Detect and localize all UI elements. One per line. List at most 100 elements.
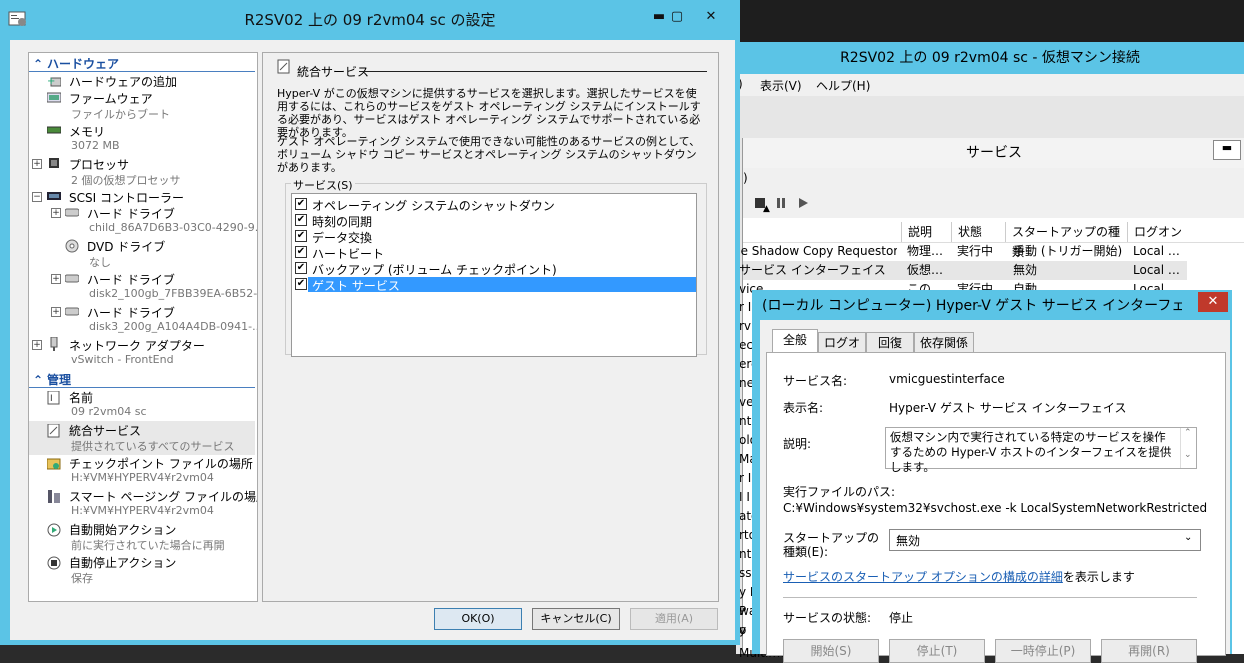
tab-logon[interactable]: ログオン <box>818 332 866 370</box>
tree-sub: H:¥VM¥HYPERV4¥r2vm04 <box>71 504 214 517</box>
services-toolbar: ▲ <box>743 190 1244 218</box>
tree-sub: 3072 MB <box>71 139 120 152</box>
tree-item-dvd-drive[interactable]: DVD ドライブ <box>87 238 165 255</box>
path-label: 実行ファイルのパス: <box>783 485 896 499</box>
service-state: 実行中 <box>957 244 994 258</box>
expand-icon[interactable]: + <box>51 307 61 317</box>
service-checkbox-row[interactable]: ✔ ハートビート <box>292 244 696 261</box>
tab-recovery[interactable]: 回復 <box>866 332 914 354</box>
minimize-button[interactable]: ▬ <box>1213 140 1241 160</box>
tree-item-name[interactable]: 名前 <box>69 389 93 406</box>
service-name-fragment: I I <box>739 490 750 504</box>
checkbox[interactable]: ✔ <box>295 262 307 274</box>
resume-icon[interactable] <box>799 198 808 208</box>
expand-icon[interactable]: + <box>51 274 61 284</box>
service-checkbox-row[interactable]: ✔ ゲスト サービス <box>292 276 696 293</box>
description-scrollbar[interactable]: ⌃ ⌄ <box>1180 428 1196 468</box>
stop-button[interactable]: 停止(T) <box>889 639 985 663</box>
tree-item-add-hardware[interactable]: ハードウェアの追加 <box>69 73 177 90</box>
scroll-up-icon[interactable]: ⌃ <box>1184 428 1192 438</box>
service-checkbox-row[interactable]: ✔ バックアップ (ボリューム チェックポイント) <box>292 260 696 277</box>
checkbox[interactable]: ✔ <box>295 198 307 210</box>
collapse-icon[interactable]: − <box>32 192 42 202</box>
description-box[interactable]: 仮想マシン内で実行されている特定のサービスを操作するための Hyper-V ホス… <box>885 427 1197 474</box>
startup-options-link[interactable]: サービスのスタートアップ オプションの構成の詳細 <box>783 570 1063 584</box>
close-button[interactable]: ✕ <box>1198 292 1228 312</box>
checkbox[interactable]: ✔ <box>295 246 307 258</box>
tree-sub: disk3_200g_A104A4DB-0941-... <box>89 320 258 333</box>
pause-button[interactable]: 一時停止(P) <box>995 639 1091 663</box>
divider <box>783 597 1197 598</box>
tree-sub: disk2_100gb_7FBB39EA-6B52-... <box>89 287 258 300</box>
checkbox[interactable]: ✔ <box>295 230 307 242</box>
collapse-icon: ⌃ <box>33 57 44 71</box>
service-checkbox-row[interactable]: ✔ オペレーティング システムのシャットダウン <box>292 196 696 213</box>
checkbox[interactable]: ✔ <box>295 278 307 290</box>
category-hardware[interactable]: ⌃ ハードウェア <box>29 55 255 72</box>
resume-button[interactable]: 再開(R) <box>1101 639 1197 663</box>
services-table-header: 説明 状態 スタートアップの種類 ログオン <box>743 222 1244 259</box>
tree-item-hard-drive-1[interactable]: ハード ドライブ <box>87 205 175 222</box>
tree-sub: なし <box>89 256 111 269</box>
tree-item-auto-stop[interactable]: 自動停止アクション <box>69 554 176 571</box>
category-management[interactable]: ⌃ 管理 <box>29 371 255 388</box>
table-row[interactable]: サービス インターフェイス 仮想… 無効 Local … <box>739 261 1187 280</box>
tree-item-integration-services[interactable]: 統合サービス <box>69 422 141 439</box>
path-value: C:¥Windows¥system32¥svchost.exe -k Local… <box>783 501 1208 515</box>
start-button[interactable]: 開始(S) <box>783 639 879 663</box>
category-label: ハードウェア <box>47 57 120 71</box>
expand-icon[interactable]: + <box>51 208 61 218</box>
tree-sub: ファイルからブート <box>71 108 170 121</box>
column-header-logon[interactable]: ログオン <box>1127 222 1188 242</box>
tree-item-processor[interactable]: プロセッサ <box>69 156 129 173</box>
hard-drive-icon <box>64 272 80 284</box>
tree-item-hard-drive-2[interactable]: ハード ドライブ <box>87 271 175 288</box>
integration-services-panel: 統合サービス Hyper-V がこの仮想マシンに提供するサービスを選択します。選… <box>262 52 719 602</box>
tab-general[interactable]: 全般 <box>772 329 818 354</box>
ok-button[interactable]: OK(O) <box>434 608 522 630</box>
service-name-fragment: r I <box>739 471 752 485</box>
service-checkbox-row[interactable]: ✔ データ交換 <box>292 228 696 245</box>
tree-item-checkpoint-location[interactable]: チェックポイント ファイルの場所 <box>69 455 253 472</box>
tree-item-network-adapter[interactable]: ネットワーク アダプター <box>69 337 205 354</box>
tree-item-smart-paging[interactable]: スマート ページング ファイルの場所 <box>69 488 257 505</box>
collapse-icon: ⌃ <box>33 373 44 387</box>
tab-dependencies[interactable]: 依存関係 <box>914 332 974 354</box>
tree-item-hard-drive-3[interactable]: ハード ドライブ <box>87 304 175 321</box>
service-desc: 物理… <box>907 244 944 258</box>
column-header-description[interactable]: 説明 <box>901 222 954 242</box>
table-row[interactable]: ne Shadow Copy Requestor 物理… 実行中 手動 (トリガ… <box>733 242 1244 261</box>
menu-view[interactable]: 表示(V) <box>760 77 802 94</box>
startup-type-select[interactable]: 無効 ⌄ <box>889 529 1201 551</box>
tree-sub: 保存 <box>71 572 93 585</box>
settings-tree[interactable]: ⌃ ハードウェア + ハードウェアの追加 ファームウェア ファイルからブート メモ… <box>28 52 258 602</box>
tree-sub: 09 r2vm04 sc <box>71 405 147 418</box>
tree-item-scsi-controller[interactable]: SCSI コントローラー <box>69 189 184 206</box>
apply-button[interactable]: 適用(A) <box>630 608 718 630</box>
pause-icon[interactable] <box>777 198 780 208</box>
service-checkbox-row[interactable]: ✔ 時刻の同期 <box>292 212 696 229</box>
close-button[interactable]: ✕ <box>690 8 732 28</box>
background-desktop <box>740 0 1244 42</box>
tree-item-firmware[interactable]: ファームウェア <box>69 90 153 107</box>
settings-dialog: R2SV02 上の 09 r2vm04 sc の設定 ▬ ▢ ✕ ⌃ ハードウェア… <box>0 0 740 645</box>
expand-icon[interactable]: + <box>32 340 42 350</box>
checkbox[interactable]: ✔ <box>295 214 307 226</box>
chevron-down-icon: ⌄ <box>1184 532 1193 543</box>
scroll-down-icon[interactable]: ⌄ <box>1184 450 1192 460</box>
expand-icon[interactable]: + <box>32 159 42 169</box>
service-desc: 仮想… <box>907 263 944 277</box>
memory-icon <box>46 124 62 136</box>
tree-item-memory[interactable]: メモリ <box>69 123 105 140</box>
cancel-button[interactable]: キャンセル(C) <box>532 608 620 630</box>
services-checklist: ✔ オペレーティング システムのシャットダウン ✔ 時刻の同期 ✔ データ交換 ✔ ハー… <box>291 193 697 357</box>
column-header-startup[interactable]: スタートアップの種類 <box>1005 222 1128 259</box>
menu-help[interactable]: ヘルプ(H) <box>816 77 870 94</box>
description-label: 説明: <box>783 437 812 451</box>
services-title: サービス <box>743 138 1244 168</box>
integration-services-icon <box>47 423 61 438</box>
startup-options-suffix: を表示します <box>1062 570 1135 584</box>
column-header-status[interactable]: 状態 <box>951 222 1008 242</box>
tree-item-auto-start[interactable]: 自動開始アクション <box>69 521 176 538</box>
processor-icon <box>47 157 61 169</box>
